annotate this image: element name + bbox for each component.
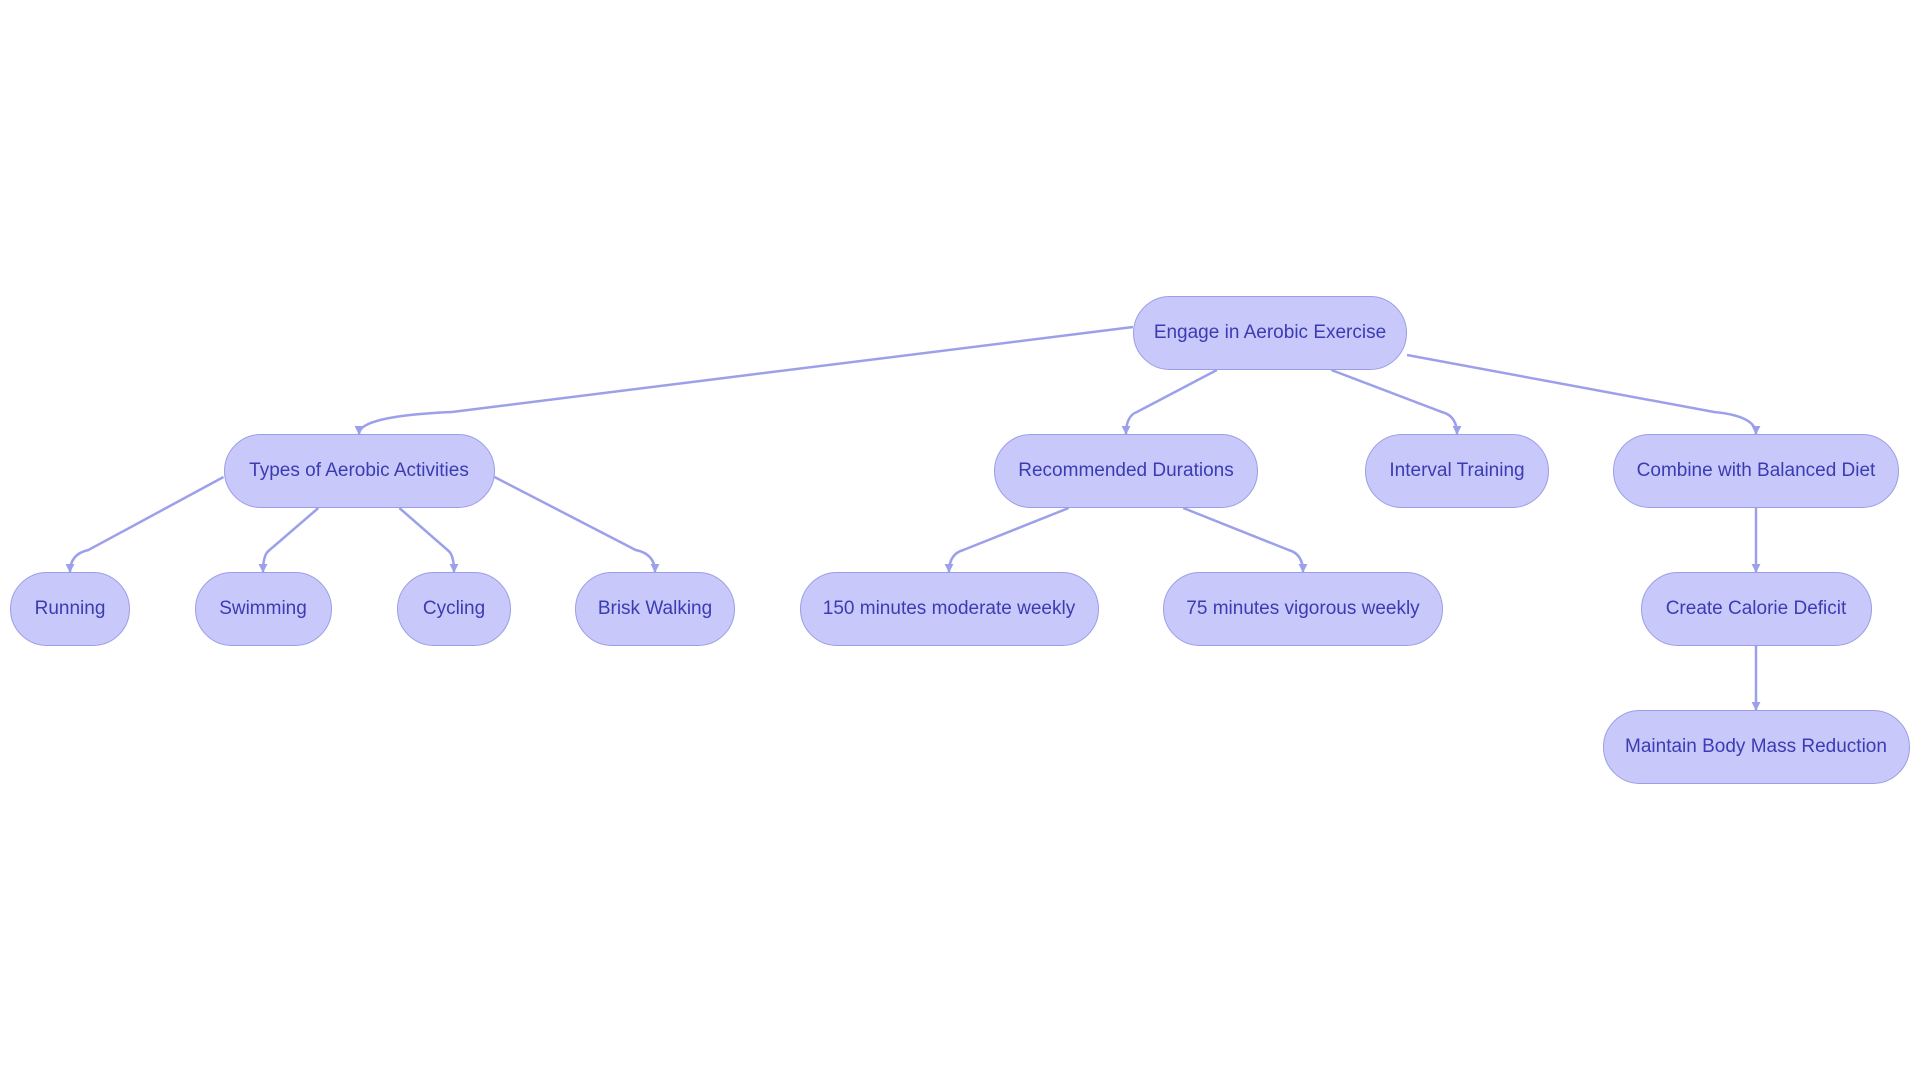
node-vigorous[interactable]: 75 minutes vigorous weekly bbox=[1163, 572, 1443, 646]
node-label: Maintain Body Mass Reduction bbox=[1625, 736, 1887, 757]
node-running[interactable]: Running bbox=[10, 572, 130, 646]
node-label: Interval Training bbox=[1389, 460, 1525, 481]
node-interval[interactable]: Interval Training bbox=[1365, 434, 1549, 508]
node-label: Recommended Durations bbox=[1018, 460, 1234, 481]
edge-durations-to-vigorous bbox=[1182, 506, 1308, 573]
node-combine[interactable]: Combine with Balanced Diet bbox=[1613, 434, 1899, 508]
node-label: Combine with Balanced Diet bbox=[1636, 460, 1876, 481]
node-label: Swimming bbox=[219, 598, 307, 619]
node-label: Engage in Aerobic Exercise bbox=[1153, 322, 1387, 343]
edges-layer bbox=[65, 325, 1761, 711]
edge-types-to-cycling bbox=[398, 507, 459, 573]
node-cycling[interactable]: Cycling bbox=[397, 572, 511, 646]
node-swimming[interactable]: Swimming bbox=[194, 572, 332, 646]
node-types[interactable]: Types of Aerobic Activities bbox=[223, 434, 495, 508]
node-brisk[interactable]: Brisk Walking bbox=[575, 572, 735, 646]
edge-root-to-types bbox=[354, 325, 1134, 435]
edge-root-to-interval bbox=[1330, 368, 1462, 435]
edge-root-to-durations bbox=[1121, 368, 1218, 435]
node-durations[interactable]: Recommended Durations bbox=[994, 434, 1258, 508]
node-label: 150 minutes moderate weekly bbox=[822, 598, 1076, 619]
node-maintain[interactable]: Maintain Body Mass Reduction bbox=[1602, 710, 1910, 784]
node-label: Running bbox=[34, 598, 106, 619]
edge-root-to-combine bbox=[1406, 353, 1761, 435]
edge-types-to-brisk bbox=[493, 475, 660, 573]
edge-types-to-running bbox=[65, 475, 225, 573]
node-label: Cycling bbox=[422, 598, 486, 619]
node-calorie[interactable]: Create Calorie Deficit bbox=[1640, 572, 1872, 646]
node-label: Types of Aerobic Activities bbox=[249, 460, 469, 481]
node-moderate[interactable]: 150 minutes moderate weekly bbox=[799, 572, 1099, 646]
node-root[interactable]: Engage in Aerobic Exercise bbox=[1133, 296, 1407, 370]
edge-types-to-swimming bbox=[258, 507, 320, 573]
node-label: 75 minutes vigorous weekly bbox=[1186, 598, 1420, 619]
node-label: Create Calorie Deficit bbox=[1665, 598, 1847, 619]
node-label: Brisk Walking bbox=[597, 598, 713, 619]
edge-durations-to-moderate bbox=[944, 506, 1070, 573]
